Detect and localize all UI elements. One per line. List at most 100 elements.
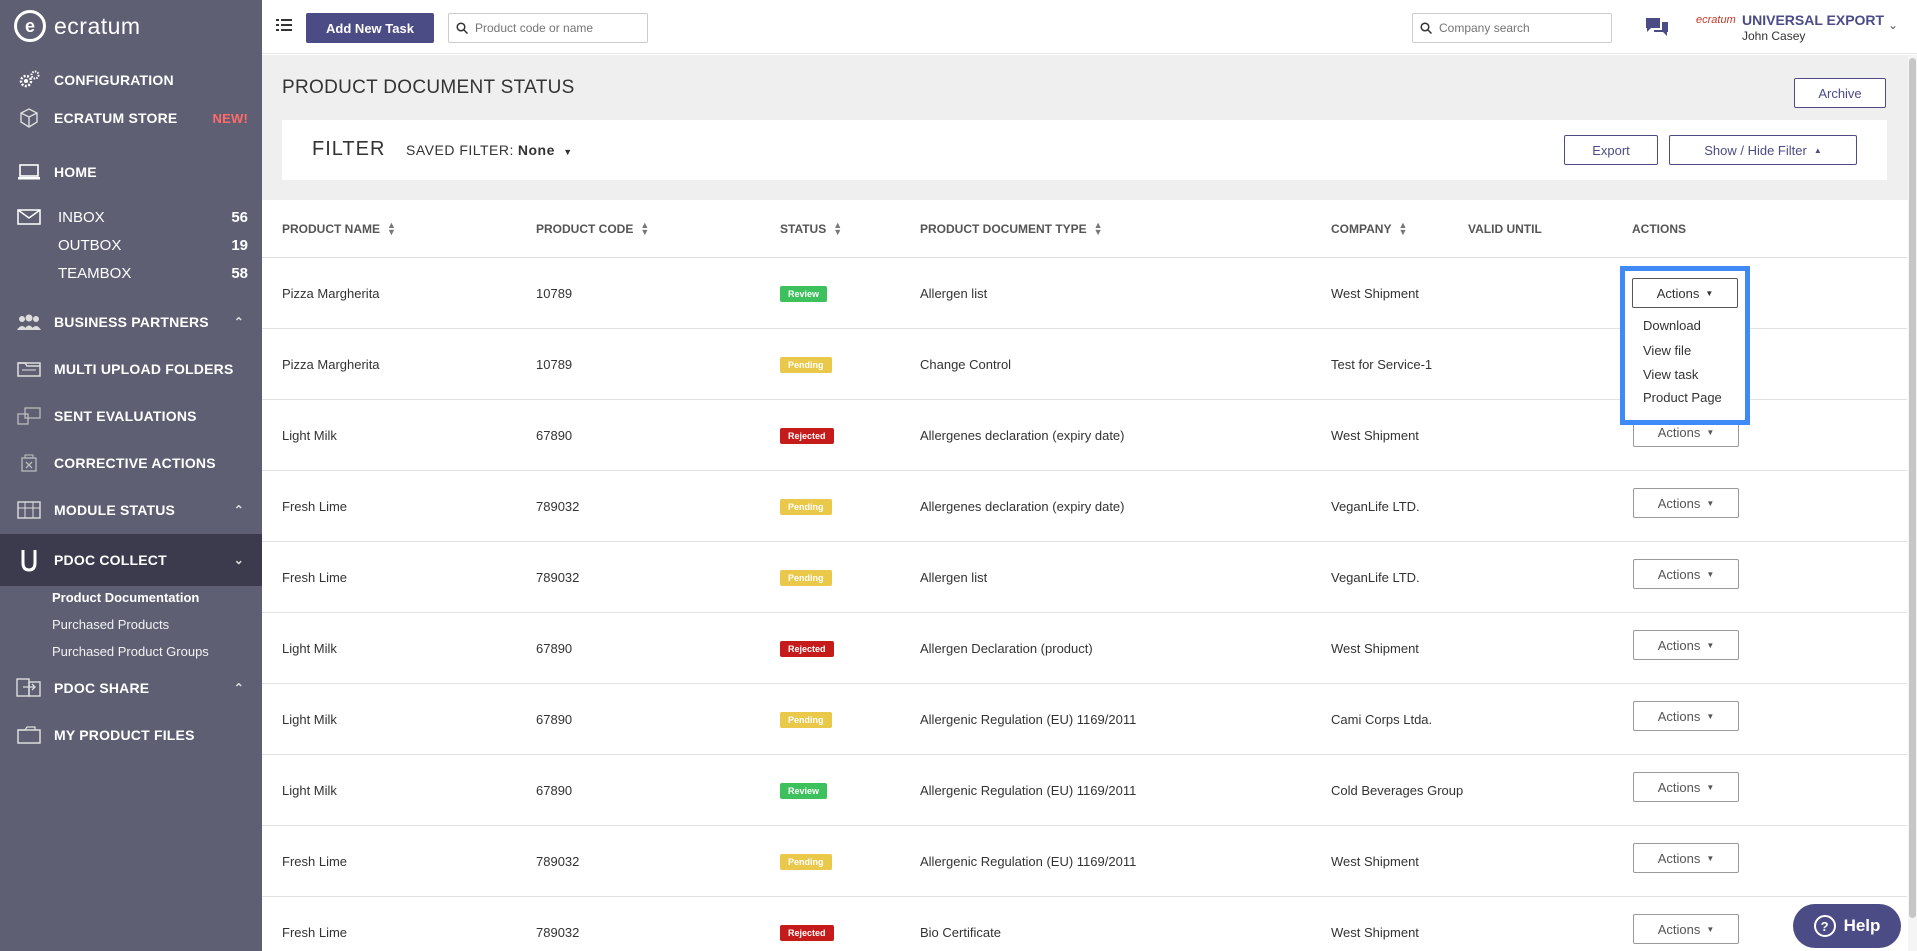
product-search-input[interactable] <box>475 21 635 35</box>
sidebar-item-sent-evaluations[interactable]: SENT EVALUATIONS <box>0 396 262 436</box>
menu-item-product-page[interactable]: Product Page <box>1643 390 1722 405</box>
chat-icon[interactable] <box>1644 16 1670 43</box>
company-search-input[interactable] <box>1439 21 1599 35</box>
teambox-label: TEAMBOX <box>58 265 132 282</box>
sidebar-sub-purchased-products[interactable]: Purchased Products <box>52 617 169 632</box>
sidebar-label: MY PRODUCT FILES <box>54 727 195 743</box>
column-header-product-name[interactable]: PRODUCT NAME ▲ ▼ <box>282 220 396 237</box>
cell-company: West Shipment <box>1331 428 1419 443</box>
actions-label: Actions <box>1657 424 1701 440</box>
actions-button[interactable]: Actions ▼ <box>1633 914 1739 944</box>
sidebar-sub-purchased-product-groups[interactable]: Purchased Product Groups <box>52 644 209 659</box>
status-badge: Review <box>780 286 828 302</box>
sidebar-item-business-partners[interactable]: BUSINESS PARTNERS ⌃ <box>0 302 262 342</box>
actions-button[interactable]: Actions ▼ <box>1633 772 1739 802</box>
saved-filter-value: None <box>517 142 555 158</box>
cell-company: West Shipment <box>1331 286 1419 301</box>
caret-down-icon: ▼ <box>1706 924 1715 934</box>
actions-label: Actions <box>1657 779 1701 795</box>
cell-product-name: Light Milk <box>282 428 337 443</box>
column-header-company[interactable]: COMPANY ▲ ▼ <box>1331 220 1408 237</box>
actions-button[interactable]: Actions ▼ <box>1633 843 1739 873</box>
sidebar-label: MODULE STATUS <box>54 502 176 518</box>
outbox-label: OUTBOX <box>58 237 122 254</box>
page-title: PRODUCT DOCUMENT STATUS <box>282 77 575 98</box>
column-header-product-code[interactable]: PRODUCT CODE ▲ ▼ <box>536 221 649 237</box>
column-header-valid-until: VALID UNTIL <box>1468 222 1542 236</box>
menu-item-view-file[interactable]: View file <box>1643 343 1691 358</box>
sidebar-item-outbox[interactable]: OUTBOX 19 <box>58 237 248 254</box>
sidebar-item-pdoc-collect[interactable]: PDOC COLLECT ⌄ <box>0 534 262 586</box>
caret-down-icon: ▼ <box>1706 427 1715 437</box>
sidebar-item-teambox[interactable]: TEAMBOX 58 <box>58 265 248 282</box>
sidebar-label: CONFIGURATION <box>54 72 174 88</box>
actions-label: Actions <box>1657 637 1701 653</box>
sidebar-item-home[interactable]: HOME <box>0 152 262 192</box>
sidebar-item-configuration[interactable]: CONFIGURATION <box>0 60 262 100</box>
sidebar-item-multi-upload[interactable]: MULTI UPLOAD FOLDERS <box>0 349 262 389</box>
cell-company: VeganLife LTD. <box>1331 570 1420 585</box>
inbox-count: 56 <box>231 209 248 226</box>
sidebar-item-pdoc-share[interactable]: PDOC SHARE ⌃ <box>0 668 262 708</box>
folder-icon <box>14 724 44 746</box>
actions-button-open[interactable]: Actions ▼ <box>1632 278 1738 308</box>
company-name[interactable]: UNIVERSAL EXPORT <box>1742 12 1884 28</box>
saved-filter-dropdown[interactable]: SAVED FILTER: None ▼ <box>406 142 573 158</box>
actions-label: Actions <box>1657 708 1701 724</box>
cubes-icon <box>14 107 44 129</box>
actions-button[interactable]: Actions ▼ <box>1633 701 1739 731</box>
search-icon <box>1413 22 1439 34</box>
scrollbar-thumb[interactable] <box>1909 58 1916 918</box>
caret-down-icon: ▼ <box>1705 288 1714 298</box>
sidebar-item-inbox[interactable]: INBOX 56 <box>58 209 248 226</box>
cell-product-name: Light Milk <box>282 783 337 798</box>
cell-product-name: Fresh Lime <box>282 570 348 585</box>
sort-icon: ▲ ▼ <box>1398 220 1408 237</box>
status-board-icon <box>14 499 44 521</box>
cell-doc-type: Change Control <box>920 357 1012 372</box>
export-button[interactable]: Export <box>1564 135 1658 165</box>
show-hide-filter-button[interactable]: Show / Hide Filter ▲ <box>1669 135 1857 165</box>
chevron-up-icon: ⌃ <box>233 315 244 329</box>
filter-title: FILTER <box>312 138 386 160</box>
sidebar-sub-product-documentation[interactable]: Product Documentation <box>52 590 199 605</box>
cell-product-name: Light Milk <box>282 641 337 656</box>
header-label: ACTIONS <box>1632 222 1686 236</box>
folders-icon <box>14 358 44 380</box>
chevron-down-icon[interactable]: ⌄ <box>1888 18 1898 32</box>
inbox-label: INBOX <box>58 209 105 226</box>
cell-doc-type: Allergenic Regulation (EU) 1169/2011 <box>920 712 1137 727</box>
caret-down-icon: ▼ <box>1706 782 1715 792</box>
column-header-status[interactable]: STATUS ▲ ▼ <box>780 221 842 237</box>
sidebar: e ecratum CONFIGURATION ECRATUM STORE NE… <box>0 0 262 951</box>
logo-mark-icon: e <box>14 10 46 42</box>
cell-company: Cold Beverages Group <box>1331 783 1464 798</box>
sidebar-item-corrective-actions[interactable]: CORRECTIVE ACTIONS <box>0 443 262 483</box>
cell-product-name: Light Milk <box>282 712 337 727</box>
actions-label: Actions <box>1657 495 1701 511</box>
cell-doc-type: Allergen list <box>920 570 988 585</box>
sidebar-item-my-product-files[interactable]: MY PRODUCT FILES <box>0 715 262 755</box>
brand-logo[interactable]: e ecratum <box>0 0 262 52</box>
caret-down-icon: ▼ <box>563 147 573 157</box>
cell-product-name: Fresh Lime <box>282 925 348 940</box>
actions-button[interactable]: Actions ▼ <box>1633 559 1739 589</box>
header-label: PRODUCT CODE <box>536 222 634 236</box>
menu-toggle-icon[interactable] <box>276 18 292 32</box>
help-button[interactable]: ? Help <box>1793 904 1901 948</box>
sidebar-label: ECRATUM STORE <box>54 110 178 126</box>
sidebar-item-store[interactable]: ECRATUM STORE NEW! <box>0 98 262 138</box>
sort-icon: ▲ ▼ <box>1093 220 1103 237</box>
actions-button[interactable]: Actions ▼ <box>1633 630 1739 660</box>
actions-button[interactable]: Actions ▼ <box>1633 488 1739 518</box>
archive-button[interactable]: Archive <box>1794 78 1886 108</box>
sidebar-item-module-status[interactable]: MODULE STATUS ⌃ <box>0 490 262 530</box>
cell-product-name: Pizza Margherita <box>282 286 380 301</box>
menu-item-download[interactable]: Download <box>1643 318 1701 333</box>
sort-icon: ▲ ▼ <box>387 220 396 237</box>
column-header-doc-type[interactable]: PRODUCT DOCUMENT TYPE ▲ ▼ <box>920 220 1103 237</box>
cell-product-code: 10789 <box>536 357 573 372</box>
menu-item-view-task[interactable]: View task <box>1643 367 1698 382</box>
add-new-task-button[interactable]: Add New Task <box>306 13 434 43</box>
gears-icon <box>14 69 44 91</box>
